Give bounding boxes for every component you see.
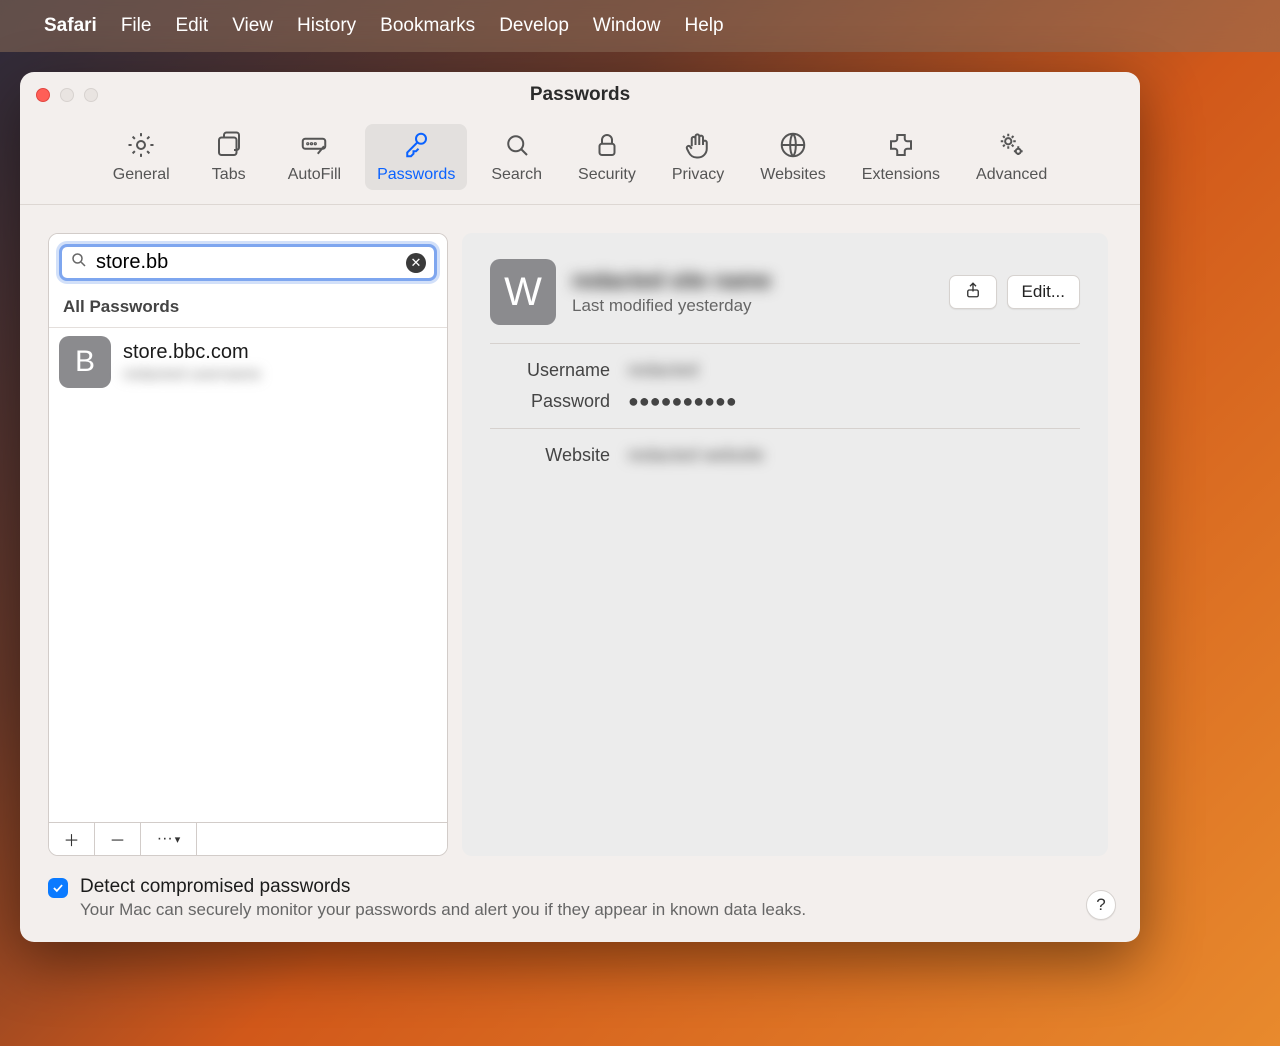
app-menu[interactable]: Safari	[44, 15, 97, 37]
tab-label: Passwords	[377, 166, 455, 184]
menu-edit[interactable]: Edit	[175, 15, 208, 37]
autofill-icon	[299, 130, 329, 160]
tabs-icon	[214, 130, 244, 160]
share-icon	[964, 281, 982, 304]
password-value[interactable]: ●●●●●●●●●●	[628, 391, 1080, 412]
tab-extensions[interactable]: Extensions	[850, 124, 952, 190]
search-input[interactable]	[96, 251, 398, 274]
menu-window[interactable]: Window	[593, 15, 661, 37]
detect-compromised-checkbox[interactable]	[48, 878, 68, 898]
titlebar: Passwords	[20, 72, 1140, 118]
tab-label: Extensions	[862, 166, 940, 184]
clear-search-button[interactable]: ✕	[406, 253, 426, 273]
share-button[interactable]	[949, 275, 997, 309]
tab-label: Privacy	[672, 166, 724, 184]
window-title: Passwords	[20, 84, 1140, 106]
tab-label: Security	[578, 166, 636, 184]
divider	[490, 428, 1080, 429]
tab-tabs[interactable]: Tabs	[194, 124, 264, 190]
divider	[490, 343, 1080, 344]
tab-label: Advanced	[976, 166, 1047, 184]
passwords-sidebar: ✕ All Passwords B store.bbc.com redacted…	[48, 233, 448, 856]
edit-button[interactable]: Edit...	[1007, 275, 1080, 309]
detect-compromised-label: Detect compromised passwords	[80, 876, 806, 898]
row-username: redacted username	[123, 366, 261, 384]
window-footer: Detect compromised passwords Your Mac ca…	[20, 868, 1140, 942]
remove-button[interactable]: －	[95, 823, 141, 855]
list-footer: ＋ － ··· ▾	[49, 822, 447, 855]
globe-icon	[778, 130, 808, 160]
tab-label: AutoFill	[288, 166, 341, 184]
detect-compromised-desc: Your Mac can securely monitor your passw…	[80, 900, 806, 920]
password-detail: W redacted site name Last modified yeste…	[462, 233, 1108, 856]
username-value[interactable]: redacted	[628, 360, 1080, 381]
menu-help[interactable]: Help	[684, 15, 723, 37]
password-label: Password	[490, 391, 610, 412]
content: ✕ All Passwords B store.bbc.com redacted…	[20, 205, 1140, 868]
search-field[interactable]: ✕	[59, 244, 437, 281]
password-row[interactable]: B store.bbc.com redacted username	[49, 328, 447, 396]
ellipsis-icon: ···	[157, 830, 173, 848]
row-site: store.bbc.com	[123, 341, 261, 364]
tab-general[interactable]: General	[101, 124, 182, 190]
menubar: Safari File Edit View History Bookmarks …	[0, 0, 1280, 52]
hand-icon	[683, 130, 713, 160]
detail-modified: Last modified yesterday	[572, 296, 933, 316]
menu-view[interactable]: View	[232, 15, 273, 37]
gear-icon	[126, 130, 156, 160]
settings-window: Passwords General Tabs AutoFill Password…	[20, 72, 1140, 942]
tab-privacy[interactable]: Privacy	[660, 124, 736, 190]
tab-autofill[interactable]: AutoFill	[276, 124, 353, 190]
detail-favicon: W	[490, 259, 556, 325]
tab-passwords[interactable]: Passwords	[365, 124, 467, 190]
username-label: Username	[490, 360, 610, 381]
add-button[interactable]: ＋	[49, 823, 95, 855]
menu-bookmarks[interactable]: Bookmarks	[380, 15, 475, 37]
gears-icon	[997, 130, 1027, 160]
menu-file[interactable]: File	[121, 15, 152, 37]
website-value[interactable]: redacted website	[628, 445, 1080, 466]
tab-label: General	[113, 166, 170, 184]
list-section-header: All Passwords	[49, 291, 447, 328]
chevron-down-icon: ▾	[175, 833, 181, 846]
menu-develop[interactable]: Develop	[499, 15, 569, 37]
site-favicon: B	[59, 336, 111, 388]
settings-toolbar: General Tabs AutoFill Passwords Search	[20, 118, 1140, 205]
search-icon	[70, 251, 88, 274]
tab-security[interactable]: Security	[566, 124, 648, 190]
website-label: Website	[490, 445, 610, 466]
puzzle-icon	[886, 130, 916, 160]
menu-history[interactable]: History	[297, 15, 356, 37]
help-button[interactable]: ?	[1086, 890, 1116, 920]
tab-search[interactable]: Search	[479, 124, 554, 190]
key-icon	[401, 130, 431, 160]
tab-advanced[interactable]: Advanced	[964, 124, 1059, 190]
tab-label: Websites	[760, 166, 826, 184]
tab-label: Search	[491, 166, 542, 184]
more-button[interactable]: ··· ▾	[141, 823, 197, 855]
detail-site-title: redacted site name	[572, 268, 933, 294]
tab-label: Tabs	[212, 166, 246, 184]
search-icon	[502, 130, 532, 160]
lock-icon	[592, 130, 622, 160]
passwords-list: B store.bbc.com redacted username	[49, 328, 447, 822]
tab-websites[interactable]: Websites	[748, 124, 838, 190]
